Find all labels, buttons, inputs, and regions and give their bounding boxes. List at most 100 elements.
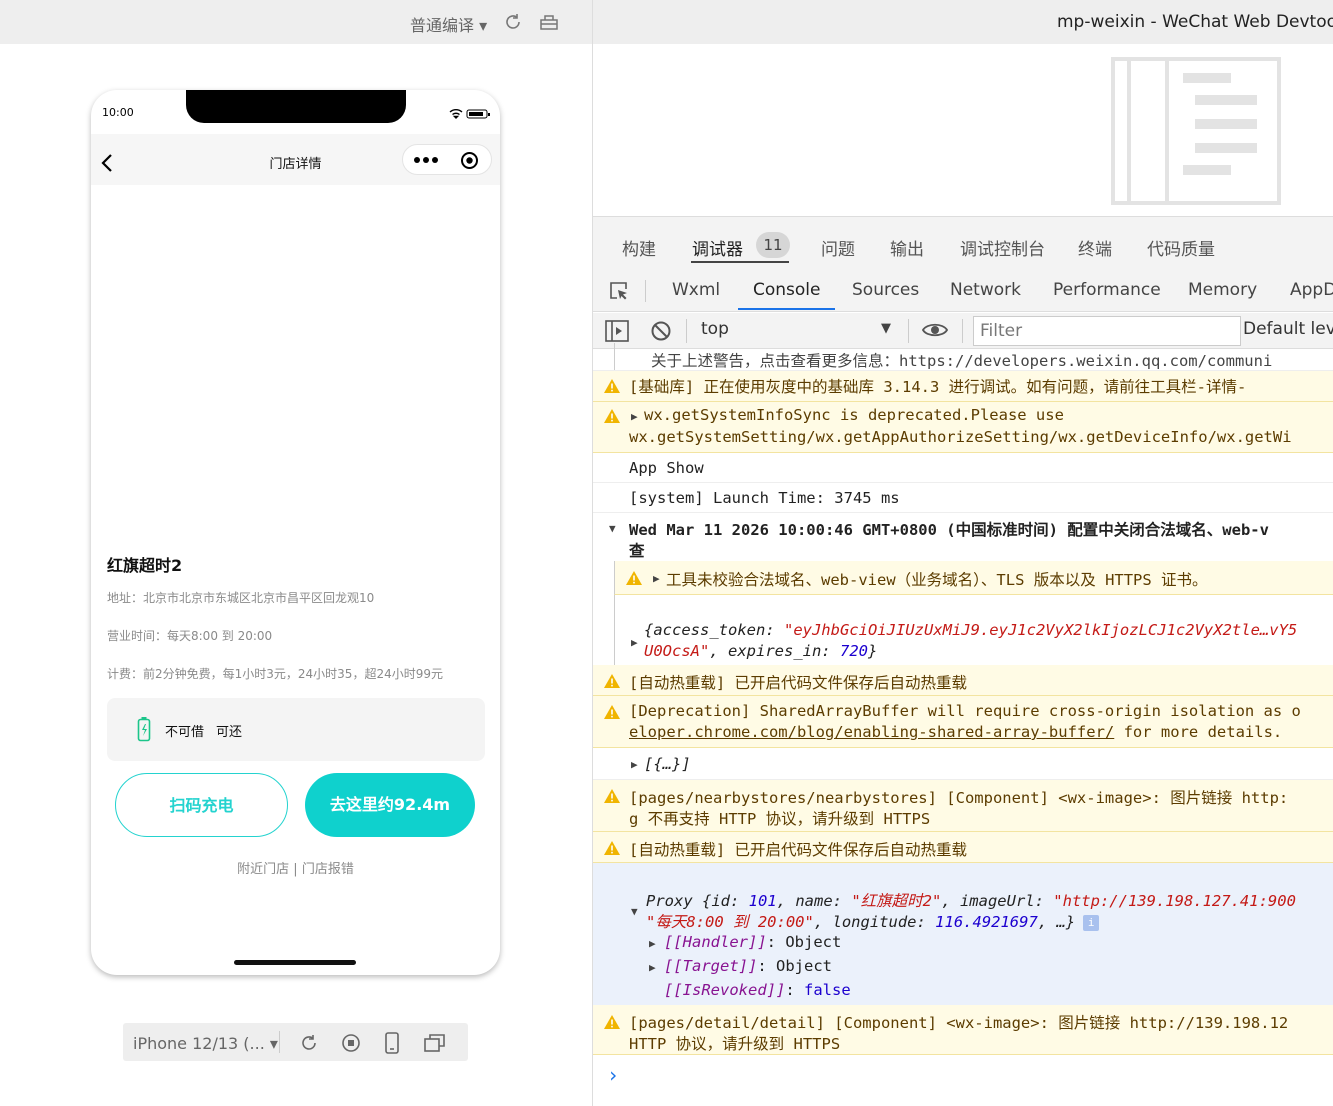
navigate-button[interactable]: 去这里约92.4m (305, 773, 475, 837)
console-object: U0OcsA", expires_in: 720} (644, 642, 878, 660)
tab-terminal[interactable]: 终端 (1078, 235, 1112, 260)
active-tab-underline (691, 261, 789, 263)
panel-tabs: Wxml Console Sources Network Performance… (593, 272, 1333, 312)
expand-arrow-icon[interactable]: ▶ (631, 758, 638, 771)
console-row: ▶ [{…}] (593, 748, 1333, 780)
console-row-warning: [基础库] 正在使用灰度中的基础库 3.14.3 进行调试。如有问题，请前往工具… (593, 371, 1333, 402)
warning-icon (604, 379, 620, 393)
expand-arrow-icon[interactable]: ▶ (649, 961, 656, 974)
nav-bar: 门店详情 (91, 134, 500, 185)
console-text: eloper.chrome.com/blog/enabling-shared-a… (629, 723, 1283, 741)
tab-wxml[interactable]: Wxml (672, 280, 720, 300)
collapse-arrow-icon[interactable]: ▼ (609, 522, 616, 535)
group-line (614, 343, 615, 370)
console-text: g 不再支持 HTTP 协议，请升级到 HTTPS (629, 810, 931, 828)
tab-output[interactable]: 输出 (890, 235, 924, 260)
tab-sources[interactable]: Sources (852, 280, 919, 300)
collapse-arrow-icon[interactable]: ▼ (631, 905, 638, 918)
console-text: App Show (629, 459, 704, 477)
deprecation-link[interactable]: eloper.chrome.com/blog/enabling-shared-a… (629, 723, 1114, 741)
info-icon[interactable]: i (1083, 914, 1100, 931)
refresh-icon[interactable] (503, 12, 523, 32)
console-row-warning: ▶ wx.getSystemInfoSync is deprecated.Ple… (593, 402, 1333, 453)
divider (645, 280, 646, 302)
close-miniprogram-icon[interactable] (460, 151, 479, 170)
tab-network[interactable]: Network (950, 280, 1021, 300)
tab-issues[interactable]: 问题 (821, 235, 855, 260)
console-text: Wed Mar 11 2026 10:00:46 GMT+0800 (中国标准时… (629, 521, 1269, 539)
prompt-chevron-icon: › (607, 1063, 620, 1087)
multi-window-icon[interactable] (424, 1033, 446, 1053)
tab-appdata[interactable]: AppD (1290, 280, 1333, 300)
divider (908, 319, 909, 343)
warning-icon (604, 409, 620, 423)
context-select[interactable]: top (701, 319, 729, 339)
console-property: [[Target]]: Object (664, 957, 832, 975)
console-row: ▶ {access_token: "eyJhbGciOiJIUzUxMiJ9.e… (593, 595, 1333, 665)
scan-charge-button[interactable]: 扫码充电 (115, 773, 288, 837)
tab-memory[interactable]: Memory (1188, 280, 1257, 300)
tab-debugger[interactable]: 调试器 (692, 235, 743, 260)
warning-icon (604, 789, 620, 803)
expand-arrow-icon[interactable]: ▶ (653, 572, 660, 585)
compile-mode-select[interactable]: 普通编译 ▾ (410, 12, 487, 36)
device-select[interactable]: iPhone 12/13 (... ▾ (133, 1034, 278, 1053)
console-text: [自动热重载] 已开启代码文件保存后自动热重载 (629, 841, 967, 859)
phone-icon[interactable] (384, 1032, 400, 1054)
expand-arrow-icon[interactable]: ▶ (631, 410, 638, 423)
console-text: [system] Launch Time: 3745 ms (629, 489, 900, 507)
borrow-status: 不可借 (165, 725, 205, 740)
menu-capsule[interactable] (402, 144, 492, 175)
console-row-warning: [pages/nearbystores/nearbystores] [Compo… (593, 780, 1333, 832)
footer-links[interactable]: 附近门店 | 门店报错 (91, 858, 500, 877)
tab-debug-console[interactable]: 调试控制台 (960, 235, 1045, 260)
console-text: 查 (629, 542, 645, 560)
divider (962, 319, 963, 343)
divider (686, 319, 687, 343)
record-icon[interactable] (341, 1033, 361, 1053)
store-address: 地址：北京市北京市东城区北京市昌平区回龙观10 (107, 591, 375, 605)
warning-icon (604, 841, 620, 855)
console-row: 关于上述警告，点击查看更多信息：https://developers.weixi… (593, 343, 1333, 371)
context-dropdown-arrow[interactable]: ▼ (881, 321, 891, 336)
console-text: [Deprecation] SharedArrayBuffer will req… (629, 702, 1301, 720)
debugger-tabs: 构建 调试器 11 问题 输出 调试控制台 终端 代码质量 (593, 216, 1333, 272)
live-expression-eye-icon[interactable] (922, 321, 948, 339)
tab-console[interactable]: Console (753, 280, 821, 300)
rotate-icon[interactable] (299, 1033, 319, 1053)
divider (279, 1031, 280, 1053)
clear-console-icon[interactable] (650, 320, 672, 342)
console-row-warning: [Deprecation] SharedArrayBuffer will req… (593, 696, 1333, 748)
wxml-placeholder-icon (1111, 57, 1281, 205)
more-dots-icon[interactable] (413, 156, 439, 164)
console-property: [[Handler]]: Object (664, 933, 842, 951)
console-group-header[interactable]: ▼ Wed Mar 11 2026 10:00:46 GMT+0800 (中国标… (593, 513, 1333, 561)
battery-charging-icon (137, 717, 151, 742)
console-text: [pages/nearbystores/nearbystores] [Compo… (629, 789, 1289, 807)
console-prompt[interactable]: › (593, 1055, 1333, 1095)
tab-code-quality[interactable]: 代码质量 (1147, 235, 1215, 260)
console-text: 工具未校验合法域名、web-view（业务域名）、TLS 版本以及 HTTPS … (666, 571, 1208, 589)
availability-card: 不可借 可还 (107, 698, 485, 761)
expand-arrow-icon[interactable]: ▶ (631, 636, 638, 649)
console-text: [pages/detail/detail] [Component] <wx-im… (629, 1014, 1289, 1032)
console-row-selected[interactable]: ▼ Proxy {id: 101, name: "红旗超时2", imageUr… (593, 863, 1333, 1005)
console-text: wx.getSystemInfoSync is deprecated.Pleas… (644, 406, 1064, 424)
sidebar-toggle-icon[interactable] (605, 320, 629, 342)
devtools-pane: mp-weixin - WeChat Web Devtools 构建 调试器 1… (592, 0, 1333, 1106)
clear-cache-icon[interactable] (539, 12, 559, 32)
filter-input[interactable]: Filter (973, 316, 1241, 346)
expand-arrow-icon[interactable]: ▶ (649, 937, 656, 950)
window-title: mp-weixin - WeChat Web Devtools (1057, 12, 1333, 32)
console-row-warning: [自动热重载] 已开启代码文件保存后自动热重载 (593, 665, 1333, 696)
console-object: {access_token: "eyJhbGciOiJIUzUxMiJ9.eyJ… (644, 621, 1298, 639)
tab-performance[interactable]: Performance (1053, 280, 1161, 300)
tab-build[interactable]: 构建 (622, 235, 656, 260)
inspect-element-icon[interactable] (608, 280, 630, 302)
console-text: HTTP 协议，请升级到 HTTPS (629, 1035, 841, 1053)
status-icons (449, 109, 490, 119)
log-levels-select[interactable]: Default lev (1243, 319, 1333, 339)
console-object: "每天8:00 到 20:00", longitude: 116.4921697… (646, 910, 1333, 932)
debugger-count-badge: 11 (756, 232, 790, 258)
console-property: [[IsRevoked]]: false (664, 981, 851, 999)
